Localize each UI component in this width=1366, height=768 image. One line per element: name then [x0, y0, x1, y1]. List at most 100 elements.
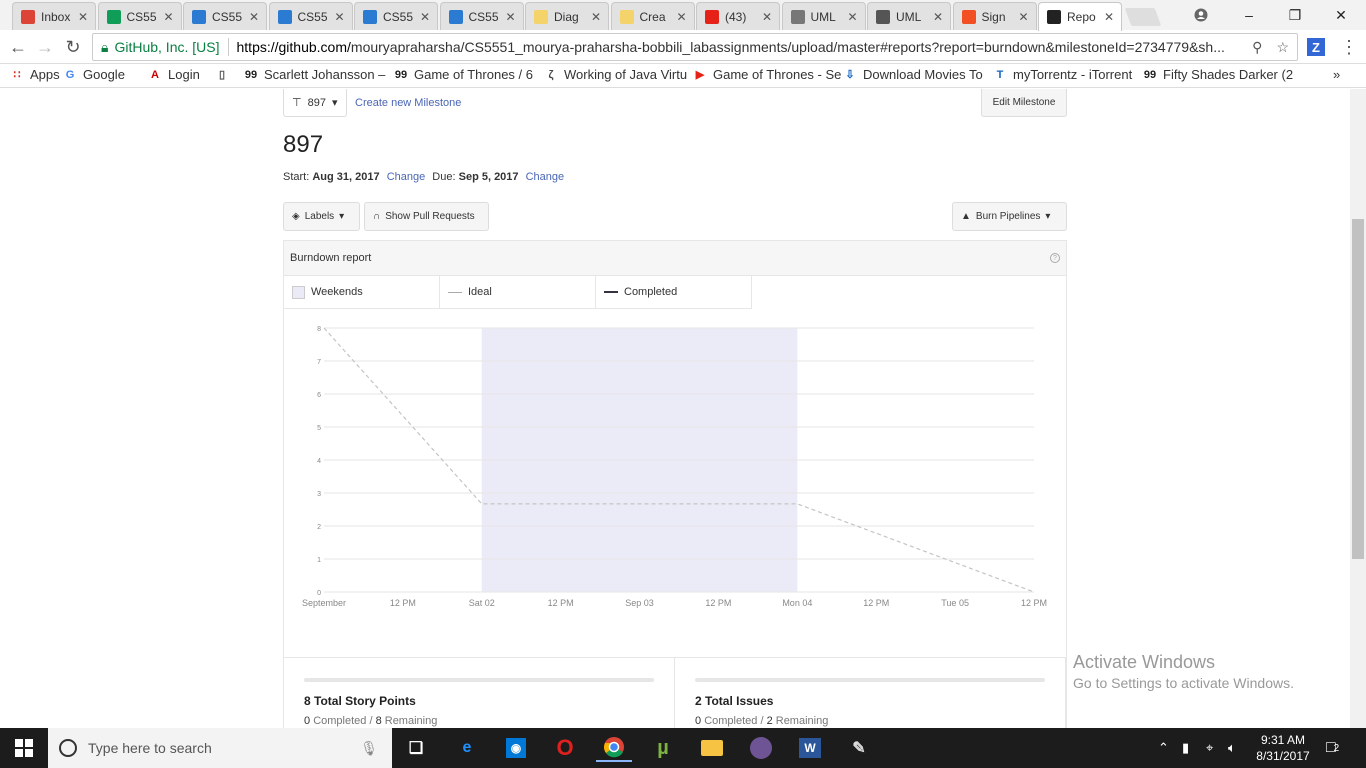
close-tab-icon[interactable]: ✕: [759, 10, 775, 24]
reload-icon[interactable]: ↻: [62, 36, 84, 58]
browser-tab[interactable]: CS55 ✕: [97, 2, 182, 30]
close-tab-icon[interactable]: ✕: [75, 10, 91, 24]
zoom-icon[interactable]: ⚲: [1252, 39, 1262, 56]
apps-icon: ∷: [13, 69, 21, 81]
completed-swatch: [604, 291, 618, 293]
bookmark-item[interactable]: ▶ Game of Thrones - Se: [693, 67, 842, 82]
panel-header: Burndown report ?: [284, 241, 1066, 276]
bookmark-item[interactable]: ⇩ Download Movies To: [843, 67, 982, 82]
scrollbar-thumb[interactable]: [1352, 219, 1364, 559]
microphone-icon[interactable]: 🎙︎: [360, 740, 378, 757]
address-bar[interactable]: 🔒︎ GitHub, Inc. [US] https://github.com/…: [92, 33, 1298, 61]
bookmark-item[interactable]: 99 Game of Thrones / 6: [394, 67, 533, 82]
legend-completed[interactable]: Completed: [596, 276, 752, 309]
create-milestone-link[interactable]: Create new Milestone: [355, 97, 461, 109]
bookmark-item[interactable]: A Login: [148, 67, 200, 82]
paint-icon[interactable]: ✎: [841, 734, 877, 762]
help-icon[interactable]: ?: [1050, 253, 1060, 263]
change-due-link[interactable]: Change: [526, 171, 565, 183]
browser-tab[interactable]: CS55 ✕: [354, 2, 438, 30]
edit-milestone-button[interactable]: Edit Milestone: [981, 89, 1067, 117]
labels-button[interactable]: ◈ Labels ▾: [283, 202, 360, 231]
close-tab-icon[interactable]: ✕: [1101, 10, 1117, 24]
browser-tab[interactable]: (43) ✕: [696, 2, 780, 30]
taskbar-search[interactable]: Type here to search 🎙︎: [48, 728, 392, 768]
change-start-link[interactable]: Change: [387, 171, 426, 183]
omnibox-separator: [227, 38, 229, 56]
show-hidden-icons[interactable]: ⌃: [1158, 728, 1169, 768]
browser-tab[interactable]: Repo ✕: [1038, 2, 1122, 31]
bookmark-item[interactable]: ζ Working of Java Virtu: [544, 67, 687, 82]
close-window-button[interactable]: ✕: [1318, 0, 1364, 30]
opera-icon[interactable]: O: [547, 734, 583, 762]
edge-icon[interactable]: e: [449, 734, 485, 762]
bookmark-item[interactable]: ▯: [215, 67, 235, 81]
file-explorer-icon[interactable]: [694, 734, 730, 762]
legend-weekends[interactable]: Weekends: [284, 276, 440, 309]
bookmark-star-icon[interactable]: ☆: [1276, 39, 1289, 56]
browser-tab[interactable]: CS55 ✕: [439, 2, 524, 30]
close-tab-icon[interactable]: ✕: [161, 10, 177, 24]
milestone-selector[interactable]: ⊤ 897 ▾: [283, 89, 347, 117]
browser-tab[interactable]: UML ✕: [867, 2, 951, 30]
restore-button[interactable]: ❐: [1272, 0, 1318, 30]
google-icon: G: [65, 68, 75, 81]
y-tick-label: 6: [317, 392, 321, 399]
browser-tab[interactable]: CS55 ✕: [183, 2, 267, 30]
bookmark-item[interactable]: G Google: [63, 67, 125, 82]
g-icon: ζ: [548, 68, 554, 81]
notification-center-icon[interactable]: □ 2: [1326, 728, 1339, 768]
tab-label: Repo: [1067, 10, 1096, 24]
menu-icon[interactable]: ⋮: [1338, 36, 1360, 58]
browser-tab[interactable]: UML ✕: [781, 2, 866, 30]
minimize-button[interactable]: –: [1226, 0, 1272, 30]
close-tab-icon[interactable]: ✕: [503, 10, 519, 24]
utorrent-icon[interactable]: µ: [645, 734, 681, 762]
report-title: Burndown report: [290, 252, 372, 264]
url-text[interactable]: https://github.com/mouryapraharsha/CS555…: [237, 39, 1245, 55]
browser-tab[interactable]: Diag ✕: [525, 2, 609, 30]
battery-icon[interactable]: ▮: [1182, 728, 1189, 768]
close-tab-icon[interactable]: ✕: [332, 10, 348, 24]
close-tab-icon[interactable]: ✕: [417, 10, 433, 24]
browser-tab[interactable]: Inbox ✕: [12, 2, 96, 30]
forward-arrow-icon[interactable]: →: [34, 36, 56, 58]
x-tick-label: September: [302, 598, 346, 608]
bookmarks-overflow-icon[interactable]: »: [1333, 67, 1340, 82]
page-scrollbar[interactable]: [1350, 89, 1366, 728]
zotero-extension-icon[interactable]: Z: [1307, 38, 1325, 56]
close-tab-icon[interactable]: ✕: [845, 10, 861, 24]
bookmark-item[interactable]: 99 Scarlett Johansson –: [244, 67, 386, 82]
burn-pipelines-button[interactable]: ▲ Burn Pipelines ▾: [952, 202, 1067, 231]
windows-start-icon[interactable]: [0, 728, 48, 768]
secure-label: GitHub, Inc. [US]: [114, 39, 220, 55]
bookmarks-bar: ∷ Apps G Google A Login ▯ 99 Scarlett Johansson …: [0, 64, 1366, 88]
box-icon: [363, 9, 377, 24]
wifi-icon[interactable]: ⌖: [1206, 728, 1213, 768]
x-tick-label: Tue 05: [941, 598, 969, 608]
system-clock[interactable]: 9:31 AM 8/31/2017: [1248, 732, 1318, 764]
volume-icon[interactable]: 🔈︎: [1228, 728, 1236, 768]
github-desktop-icon[interactable]: [743, 734, 779, 762]
profile-icon[interactable]: [1178, 0, 1224, 30]
store-icon[interactable]: ◉: [498, 734, 534, 762]
legend-ideal[interactable]: Ideal: [440, 276, 596, 309]
show-pull-requests-button[interactable]: ∩ Show Pull Requests: [364, 202, 489, 231]
close-tab-icon[interactable]: ✕: [246, 10, 262, 24]
browser-tab[interactable]: CS55 ✕: [268, 2, 353, 30]
close-tab-icon[interactable]: ✕: [588, 10, 604, 24]
pull-request-icon: ∩: [373, 211, 381, 222]
word-icon[interactable]: W: [792, 734, 828, 762]
bookmark-item[interactable]: ∷ Apps: [10, 67, 60, 82]
bookmark-item[interactable]: TmyTorrentz - iTorrent: [993, 67, 1133, 82]
task-view-icon[interactable]: ❏: [398, 734, 434, 762]
bookmark-item[interactable]: 99 Fifty Shades Darker (2: [1143, 67, 1293, 82]
browser-tab[interactable]: Crea ✕: [610, 2, 695, 30]
new-tab-button[interactable]: [1124, 8, 1162, 26]
close-tab-icon[interactable]: ✕: [674, 10, 690, 24]
browser-tab[interactable]: Sign ✕: [952, 2, 1037, 30]
back-arrow-icon[interactable]: ←: [7, 36, 29, 58]
close-tab-icon[interactable]: ✕: [930, 10, 946, 24]
chrome-icon[interactable]: [596, 734, 632, 762]
close-tab-icon[interactable]: ✕: [1016, 10, 1032, 24]
